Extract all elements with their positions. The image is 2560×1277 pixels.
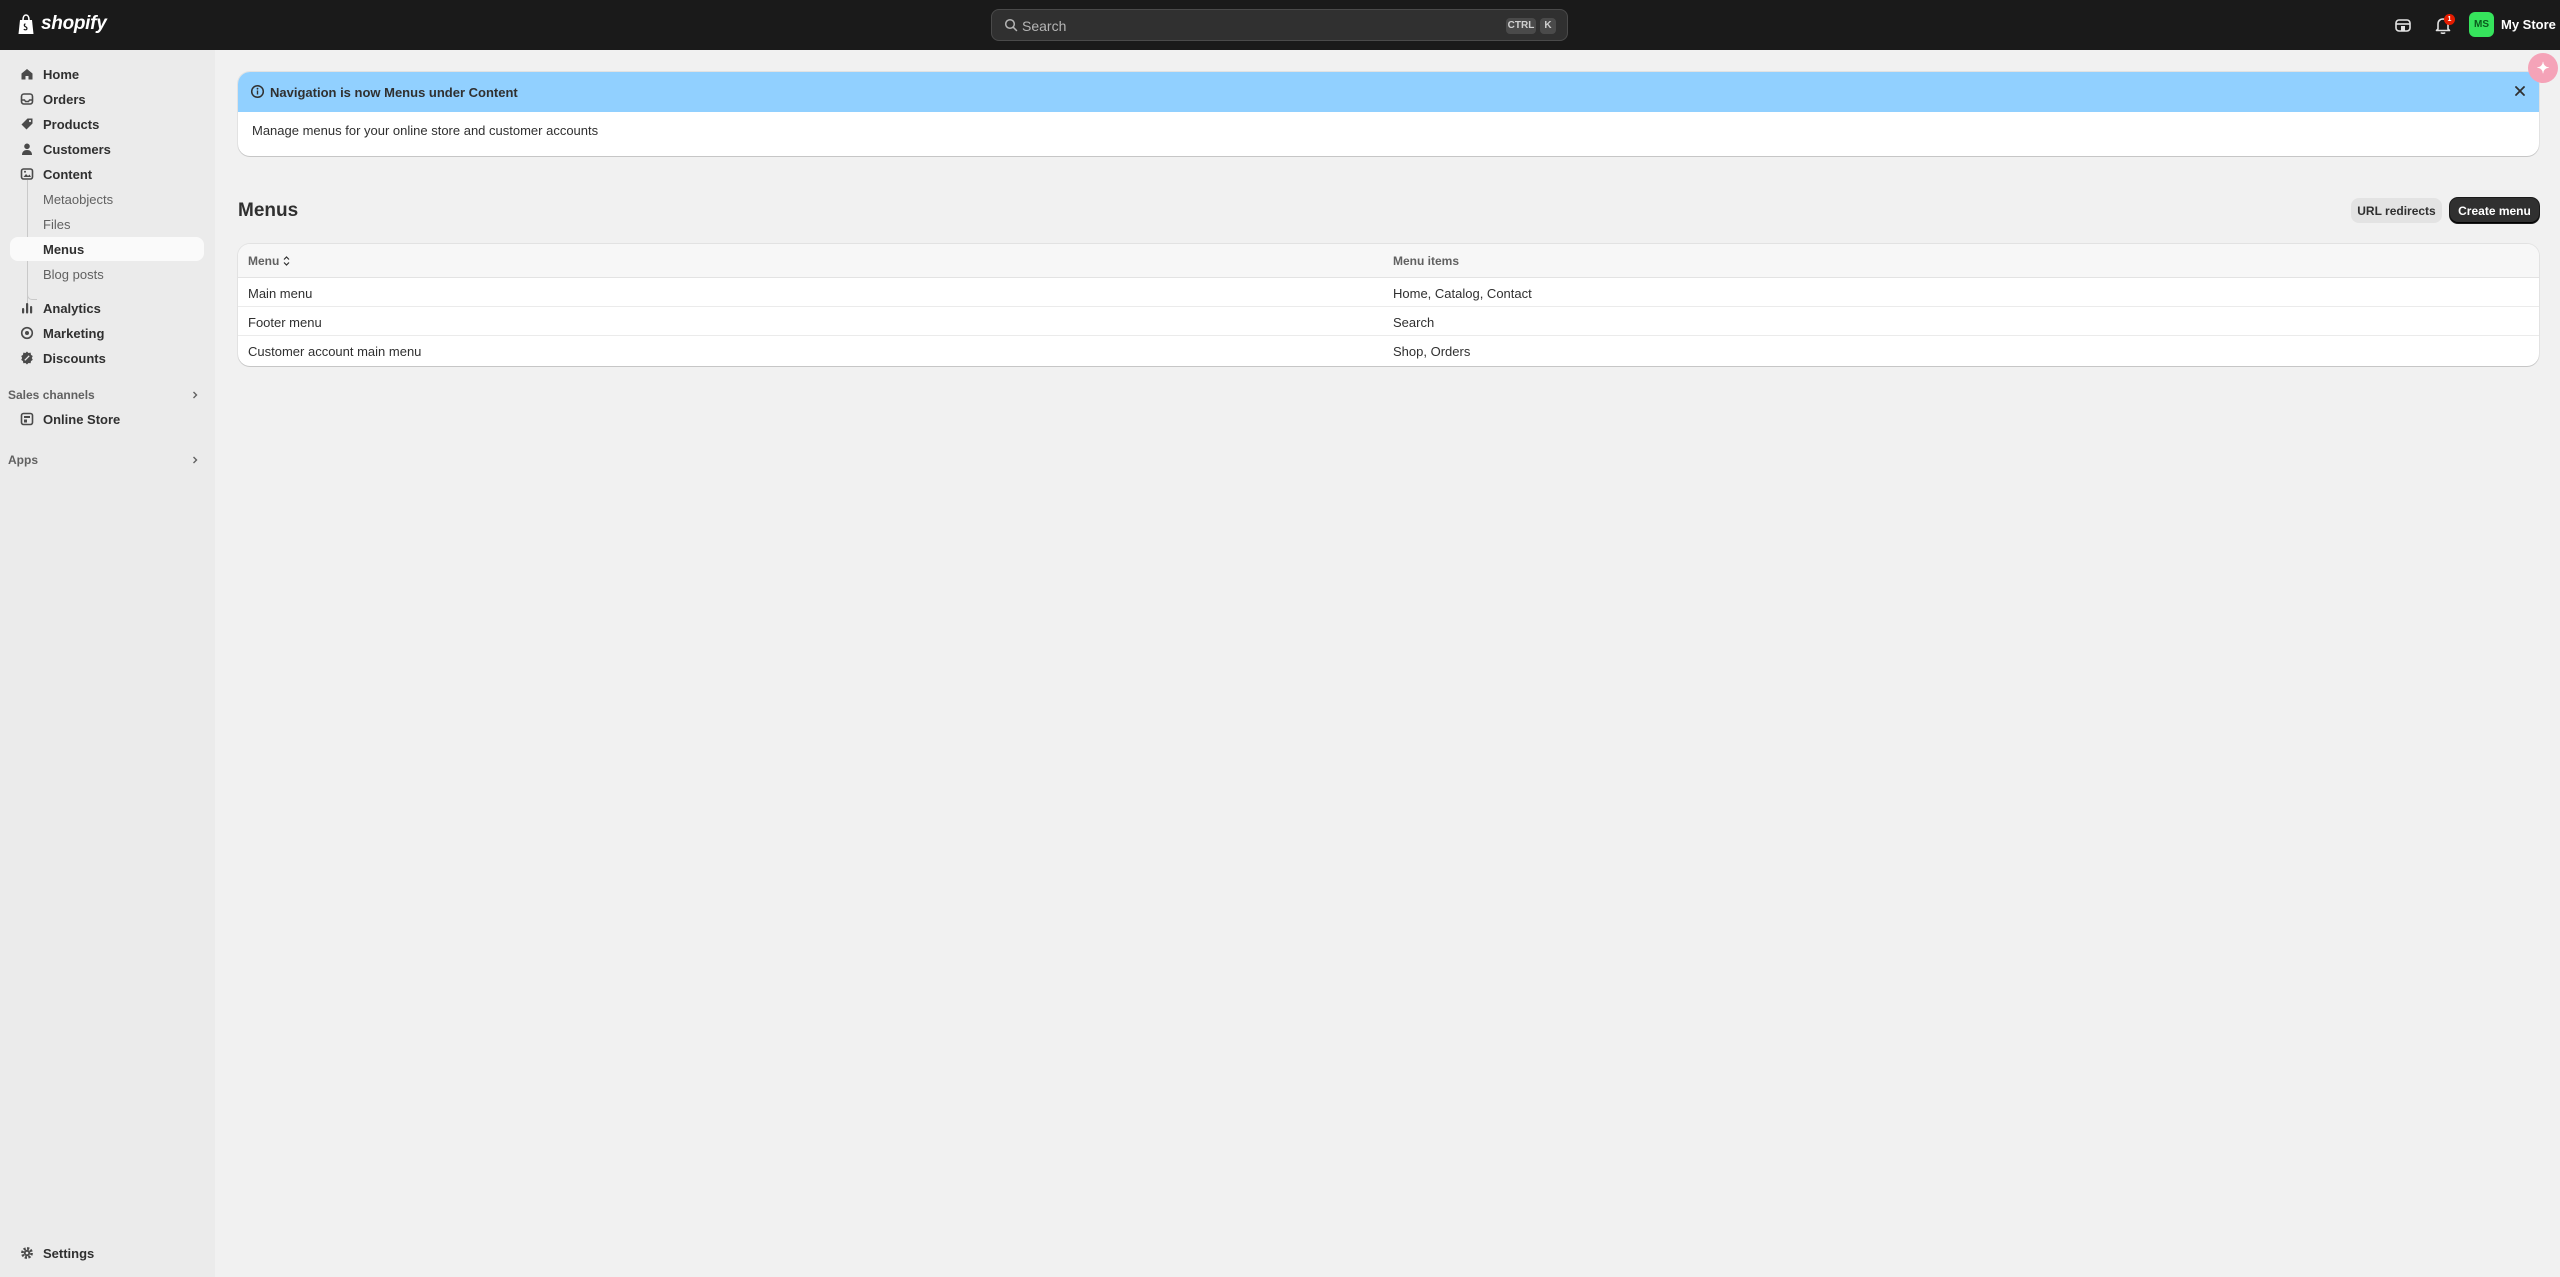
sidebar-subitem-blog-posts[interactable]: Blog posts — [10, 262, 204, 286]
store-menu[interactable]: MS My Store — [2469, 12, 2556, 37]
person-icon — [19, 141, 35, 157]
sidebar-item-label: Marketing — [43, 325, 105, 341]
shortcut-k-key: K — [1540, 18, 1556, 34]
target-icon — [19, 325, 35, 341]
top-bar: shopify Search CTRL K 1 MS My Store — [0, 0, 2560, 50]
sidebar-item-online-store[interactable]: Online Store — [10, 407, 204, 431]
column-header-menu-items: Menu items — [1393, 254, 1459, 268]
sales-channels-heading[interactable]: Sales channels — [8, 388, 95, 402]
shortcut-ctrl-key: CTRL — [1506, 18, 1536, 34]
notification-badge: 1 — [2444, 14, 2455, 25]
shopify-logo[interactable]: shopify — [17, 13, 107, 35]
banner-header: Navigation is now Menus under Content — [238, 72, 2539, 112]
sidebar-item-label: Settings — [43, 1245, 95, 1261]
sidebar-item-content[interactable]: Content — [10, 162, 204, 186]
url-redirects-button[interactable]: URL redirects — [2351, 198, 2442, 223]
table-row[interactable]: Footer menu Search — [238, 307, 2539, 336]
avatar: MS — [2469, 12, 2494, 37]
menus-table: Menu Menu items Main menu Home, Catalog,… — [238, 244, 2539, 366]
sort-icon[interactable] — [282, 255, 291, 267]
sidebar-item-marketing[interactable]: Marketing — [10, 321, 204, 345]
column-header-label: Menu — [248, 254, 280, 268]
sidebar-subitem-label: Menus — [43, 241, 85, 257]
banner-title: Navigation is now Menus under Content — [270, 84, 518, 100]
search-placeholder: Search — [1022, 18, 1067, 34]
menu-name-cell[interactable]: Customer account main menu — [248, 344, 421, 359]
menu-name-cell[interactable]: Main menu — [248, 286, 312, 301]
page-title: Menus — [238, 200, 299, 221]
discount-icon — [19, 350, 35, 366]
banner-body: Manage menus for your online store and c… — [252, 123, 599, 138]
menu-items-cell: Search — [1393, 315, 1435, 330]
home-icon — [19, 66, 35, 82]
analytics-icon — [19, 300, 35, 316]
apps-heading[interactable]: Apps — [8, 453, 38, 467]
close-icon[interactable] — [2513, 84, 2527, 98]
sidebar-item-products[interactable]: Products — [10, 112, 204, 136]
sidebar-item-home[interactable]: Home — [10, 62, 204, 86]
gear-icon — [19, 1245, 35, 1261]
info-banner: Navigation is now Menus under Content Ma… — [238, 72, 2539, 156]
sidebar-subitem-label: Files — [43, 216, 71, 232]
sidebar: Home Orders Products Customers Content M… — [0, 50, 215, 1277]
sidebar-item-label: Products — [43, 116, 100, 132]
sidebar-item-analytics[interactable]: Analytics — [10, 296, 204, 320]
search-bar[interactable]: Search CTRL K — [991, 9, 1568, 41]
shopify-wordmark: shopify — [41, 13, 107, 34]
table-row[interactable]: Main menu Home, Catalog, Contact — [238, 278, 2539, 307]
chevron-right-icon[interactable] — [190, 455, 200, 465]
info-icon — [250, 84, 265, 99]
table-header: Menu Menu items — [238, 244, 2539, 278]
table-row[interactable]: Customer account main menu Shop, Orders — [238, 336, 2539, 365]
sidebar-item-label: Home — [43, 66, 80, 82]
sidebar-item-label: Customers — [43, 141, 111, 157]
store-name: My Store — [2501, 17, 2556, 32]
menu-items-cell: Home, Catalog, Contact — [1393, 286, 1532, 301]
sidebar-subitem-menus[interactable]: Menus — [10, 237, 204, 261]
menu-items-cell: Shop, Orders — [1393, 344, 1471, 359]
sidebar-subitem-metaobjects[interactable]: Metaobjects — [10, 187, 204, 211]
sidebar-item-discounts[interactable]: Discounts — [10, 346, 204, 370]
sidebar-item-customers[interactable]: Customers — [10, 137, 204, 161]
sparkle-icon[interactable]: ✦ — [2528, 53, 2558, 83]
sidebar-subitem-files[interactable]: Files — [10, 212, 204, 236]
online-store-icon — [19, 411, 35, 427]
store-icon[interactable] — [2392, 14, 2414, 36]
column-header-menu[interactable]: Menu — [248, 254, 291, 268]
tag-icon — [19, 116, 35, 132]
create-menu-button[interactable]: Create menu — [2450, 198, 2539, 223]
sidebar-item-label: Orders — [43, 91, 86, 107]
sidebar-item-orders[interactable]: Orders — [10, 87, 204, 111]
menu-name-cell[interactable]: Footer menu — [248, 315, 322, 330]
search-icon — [1004, 18, 1018, 32]
sidebar-item-label: Content — [43, 166, 93, 182]
sidebar-item-settings[interactable]: Settings — [10, 1241, 204, 1265]
shopping-bag-icon — [18, 13, 34, 34]
chevron-right-icon[interactable] — [190, 390, 200, 400]
inbox-icon — [19, 91, 35, 107]
column-header-label: Menu items — [1393, 254, 1460, 268]
sidebar-item-label: Analytics — [43, 300, 101, 316]
sidebar-subitem-label: Metaobjects — [43, 191, 114, 207]
sidebar-subitem-label: Blog posts — [43, 266, 104, 282]
sidebar-item-label: Discounts — [43, 350, 106, 366]
sidebar-item-label: Online Store — [43, 411, 121, 427]
